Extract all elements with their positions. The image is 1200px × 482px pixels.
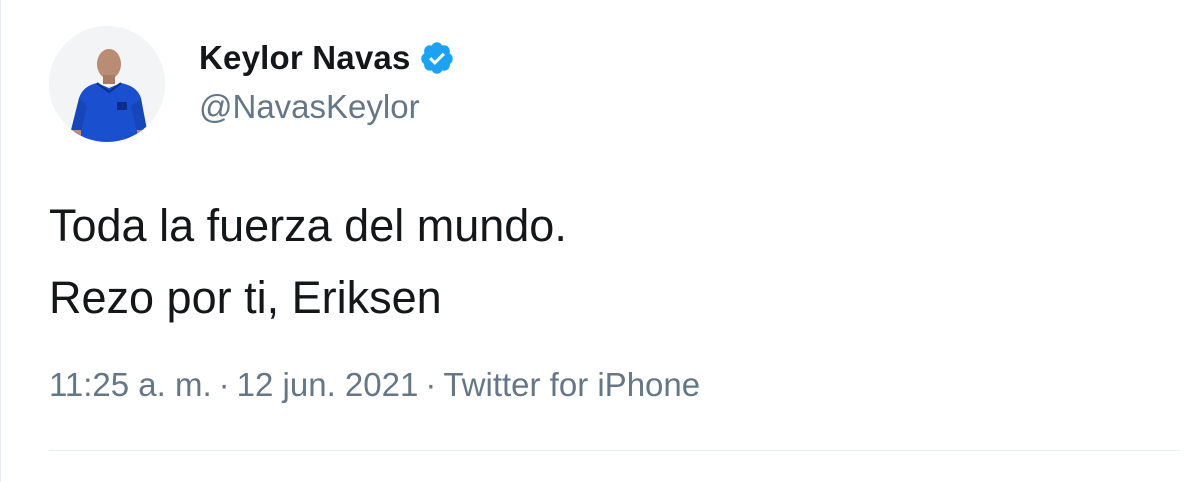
tweet-time[interactable]: 11:25 a. m. [49,366,212,403]
tweet-meta: 11:25 a. m. · 12 jun. 2021 · Twitter for iPh… [49,366,700,404]
tweet-text-line: Toda la fuerza del mundo. [49,200,567,251]
tweet-text: Toda la fuerza del mundo. Rezo por ti, E… [49,190,1149,334]
tweet-card: Keylor Navas @NavasKeylor Toda la fuerza… [0,0,1200,482]
verified-badge-icon [419,40,455,76]
player-avatar-icon [49,26,165,142]
author-identity: Keylor Navas @NavasKeylor [199,36,455,126]
divider [49,450,1180,451]
author-handle[interactable]: @NavasKeylor [199,88,455,126]
meta-separator: · [218,366,230,403]
tweet-date[interactable]: 12 jun. 2021 [237,366,419,403]
tweet-header: Keylor Navas @NavasKeylor [49,26,455,142]
meta-separator: · [425,366,437,403]
author-display-name[interactable]: Keylor Navas [199,39,411,77]
tweet-source[interactable]: Twitter for iPhone [443,366,700,403]
tweet-text-line: Rezo por ti, Eriksen [49,272,442,323]
name-row: Keylor Navas [199,36,455,80]
avatar[interactable] [49,26,165,142]
